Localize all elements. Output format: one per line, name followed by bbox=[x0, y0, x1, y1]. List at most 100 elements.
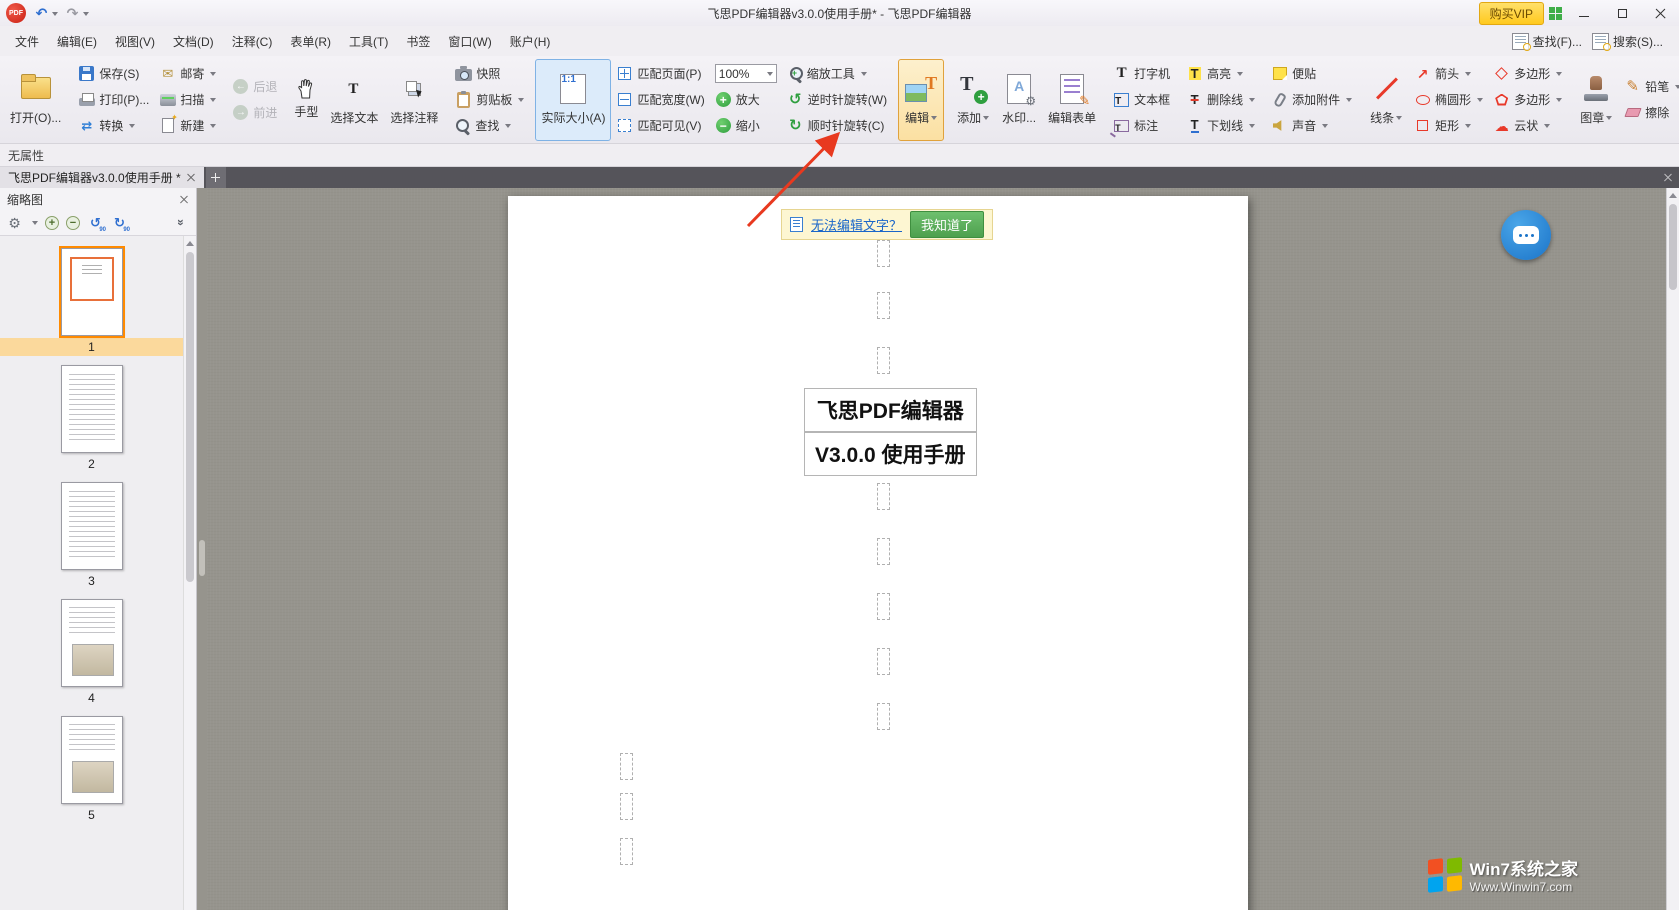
add-content-button[interactable]: 添加 bbox=[950, 59, 996, 141]
panel-splitter[interactable] bbox=[197, 188, 207, 910]
sticky-note-button[interactable]: 便贴 bbox=[1266, 61, 1357, 87]
convert-button[interactable]: 转换 bbox=[73, 113, 154, 139]
menu-bookmark[interactable]: 书签 bbox=[397, 28, 439, 55]
callout-button[interactable]: 标注 bbox=[1108, 113, 1175, 139]
textbox-button[interactable]: 文本框 bbox=[1108, 87, 1175, 113]
thumbnail-page-4[interactable]: 4 bbox=[0, 599, 183, 707]
mail-button[interactable]: 邮寄 bbox=[154, 61, 221, 87]
menu-account[interactable]: 账户(H) bbox=[501, 28, 560, 55]
rotate-right-90-icon[interactable] bbox=[111, 214, 128, 231]
scan-button[interactable]: 扫描 bbox=[154, 87, 221, 113]
document-title-line-2[interactable]: V3.0.0 使用手册 bbox=[804, 432, 977, 476]
fit-width-button[interactable]: 匹配宽度(W) bbox=[611, 87, 709, 113]
scrollbar-thumb[interactable] bbox=[186, 252, 194, 582]
menu-edit[interactable]: 编辑(E) bbox=[48, 28, 106, 55]
edit-form-button[interactable]: 编辑表单 bbox=[1042, 59, 1102, 141]
scrollbar-thumb[interactable] bbox=[1669, 204, 1677, 290]
expand-chevrons-icon[interactable] bbox=[173, 214, 190, 231]
thumbnail-page-5[interactable]: 5 bbox=[0, 716, 183, 824]
maximize-button[interactable] bbox=[1605, 1, 1639, 25]
open-button[interactable]: 打开(O)... bbox=[4, 59, 67, 141]
polygon-tool-button[interactable]: 多边形 bbox=[1488, 61, 1567, 87]
document-scrollbar[interactable] bbox=[1666, 188, 1679, 910]
polygon2-tool-button[interactable]: 多边形 bbox=[1488, 87, 1567, 113]
thumbnail-zoom-in-icon[interactable] bbox=[45, 216, 59, 230]
clipboard-button[interactable]: 剪贴板 bbox=[450, 87, 529, 113]
rotate-cw-button[interactable]: 顺时针旋转(C) bbox=[782, 113, 892, 139]
sound-button[interactable]: 声音 bbox=[1266, 113, 1357, 139]
document-tab[interactable]: 飞思PDF编辑器v3.0.0使用手册 * bbox=[0, 167, 204, 188]
cloud-tool-button[interactable]: 云状 bbox=[1488, 113, 1567, 139]
ellipse-tool-button[interactable]: 椭圆形 bbox=[1409, 87, 1488, 113]
edit-content-button[interactable]: 编辑 bbox=[898, 59, 944, 141]
empty-text-block[interactable] bbox=[877, 648, 890, 675]
thumbnail-zoom-out-icon[interactable] bbox=[66, 216, 80, 230]
thumbnail-page-2[interactable]: 2 bbox=[0, 365, 183, 473]
menu-tools[interactable]: 工具(T) bbox=[340, 28, 397, 55]
empty-text-block[interactable] bbox=[620, 793, 633, 820]
pencil-button[interactable]: 铅笔 bbox=[1619, 74, 1679, 100]
scroll-up-arrow[interactable] bbox=[184, 236, 196, 249]
find-button[interactable]: 查找 bbox=[450, 113, 529, 139]
menu-view[interactable]: 视图(V) bbox=[106, 28, 164, 55]
scroll-up-arrow[interactable] bbox=[1667, 188, 1679, 201]
menu-document[interactable]: 文档(D) bbox=[164, 28, 223, 55]
empty-text-block[interactable] bbox=[877, 292, 890, 319]
minimize-button[interactable] bbox=[1567, 1, 1601, 25]
empty-text-block[interactable] bbox=[620, 838, 633, 865]
select-text-button[interactable]: 选择文本 bbox=[324, 59, 384, 141]
watermark-button[interactable]: 水印... bbox=[996, 59, 1042, 141]
attachment-button[interactable]: 添加附件 bbox=[1266, 87, 1357, 113]
zoom-tools-button[interactable]: 缩放工具 bbox=[782, 61, 892, 87]
thumbnail-page-1[interactable]: 1 bbox=[0, 248, 183, 356]
splitter-grip[interactable] bbox=[199, 540, 205, 576]
redo-button[interactable] bbox=[61, 3, 92, 24]
fit-visible-button[interactable]: 匹配可见(V) bbox=[611, 113, 709, 139]
page-3-thumbnail[interactable] bbox=[61, 482, 123, 570]
empty-text-block[interactable] bbox=[877, 538, 890, 565]
thumbnail-scrollbar[interactable] bbox=[183, 236, 196, 910]
back-button[interactable]: 后退 bbox=[227, 74, 282, 100]
new-document-button[interactable]: 新建 bbox=[154, 113, 221, 139]
new-tab-button[interactable] bbox=[206, 167, 226, 188]
menu-comment[interactable]: 注释(C) bbox=[223, 28, 282, 55]
got-it-button[interactable]: 我知道了 bbox=[910, 211, 984, 238]
empty-text-block[interactable] bbox=[877, 483, 890, 510]
select-annotation-button[interactable]: 选择注释 bbox=[384, 59, 444, 141]
close-button[interactable] bbox=[1643, 1, 1677, 25]
zoom-level-combobox[interactable]: 100% bbox=[715, 64, 777, 83]
zoom-out-button[interactable]: 缩小 bbox=[710, 113, 782, 139]
empty-text-block[interactable] bbox=[877, 703, 890, 730]
fit-page-button[interactable]: 匹配页面(P) bbox=[611, 61, 709, 87]
rotate-ccw-button[interactable]: 逆时针旋转(W) bbox=[782, 87, 892, 113]
line-tool-button[interactable]: 线条 bbox=[1363, 59, 1409, 141]
panel-close-icon[interactable] bbox=[180, 195, 189, 204]
typewriter-button[interactable]: 打字机 bbox=[1108, 61, 1175, 87]
print-button[interactable]: 打印(P)... bbox=[73, 87, 154, 113]
arrow-tool-button[interactable]: 箭头 bbox=[1409, 61, 1488, 87]
strikeout-button[interactable]: 删除线 bbox=[1181, 87, 1260, 113]
thumbnail-page-3[interactable]: 3 bbox=[0, 482, 183, 590]
highlight-button[interactable]: 高亮 bbox=[1181, 61, 1260, 87]
hand-tool-button[interactable]: 手型 bbox=[288, 59, 324, 141]
stamp-button[interactable]: 图章 bbox=[1573, 59, 1619, 141]
empty-text-block[interactable] bbox=[877, 593, 890, 620]
page-5-thumbnail[interactable] bbox=[61, 716, 123, 804]
options-gear-icon[interactable] bbox=[6, 214, 23, 231]
snapshot-button[interactable]: 快照 bbox=[450, 61, 529, 87]
tab-close-icon[interactable] bbox=[187, 173, 196, 182]
zoom-in-button[interactable]: 放大 bbox=[710, 87, 782, 113]
empty-text-block[interactable] bbox=[877, 347, 890, 374]
undo-button[interactable] bbox=[30, 3, 61, 24]
save-button[interactable]: 保存(S) bbox=[73, 61, 154, 87]
page-1-thumbnail[interactable] bbox=[61, 248, 123, 336]
rectangle-tool-button[interactable]: 矩形 bbox=[1409, 113, 1488, 139]
apps-grid-icon[interactable] bbox=[1548, 6, 1563, 21]
cannot-edit-text-link[interactable]: 无法编辑文字？ bbox=[811, 215, 902, 234]
customer-service-chat-button[interactable] bbox=[1501, 210, 1551, 260]
search-menu-button[interactable]: 搜索(S)... bbox=[1592, 33, 1663, 50]
eraser-button[interactable]: 擦除 bbox=[1619, 100, 1679, 126]
forward-button[interactable]: 前进 bbox=[227, 100, 282, 126]
menu-file[interactable]: 文件 bbox=[6, 28, 48, 55]
page-4-thumbnail[interactable] bbox=[61, 599, 123, 687]
